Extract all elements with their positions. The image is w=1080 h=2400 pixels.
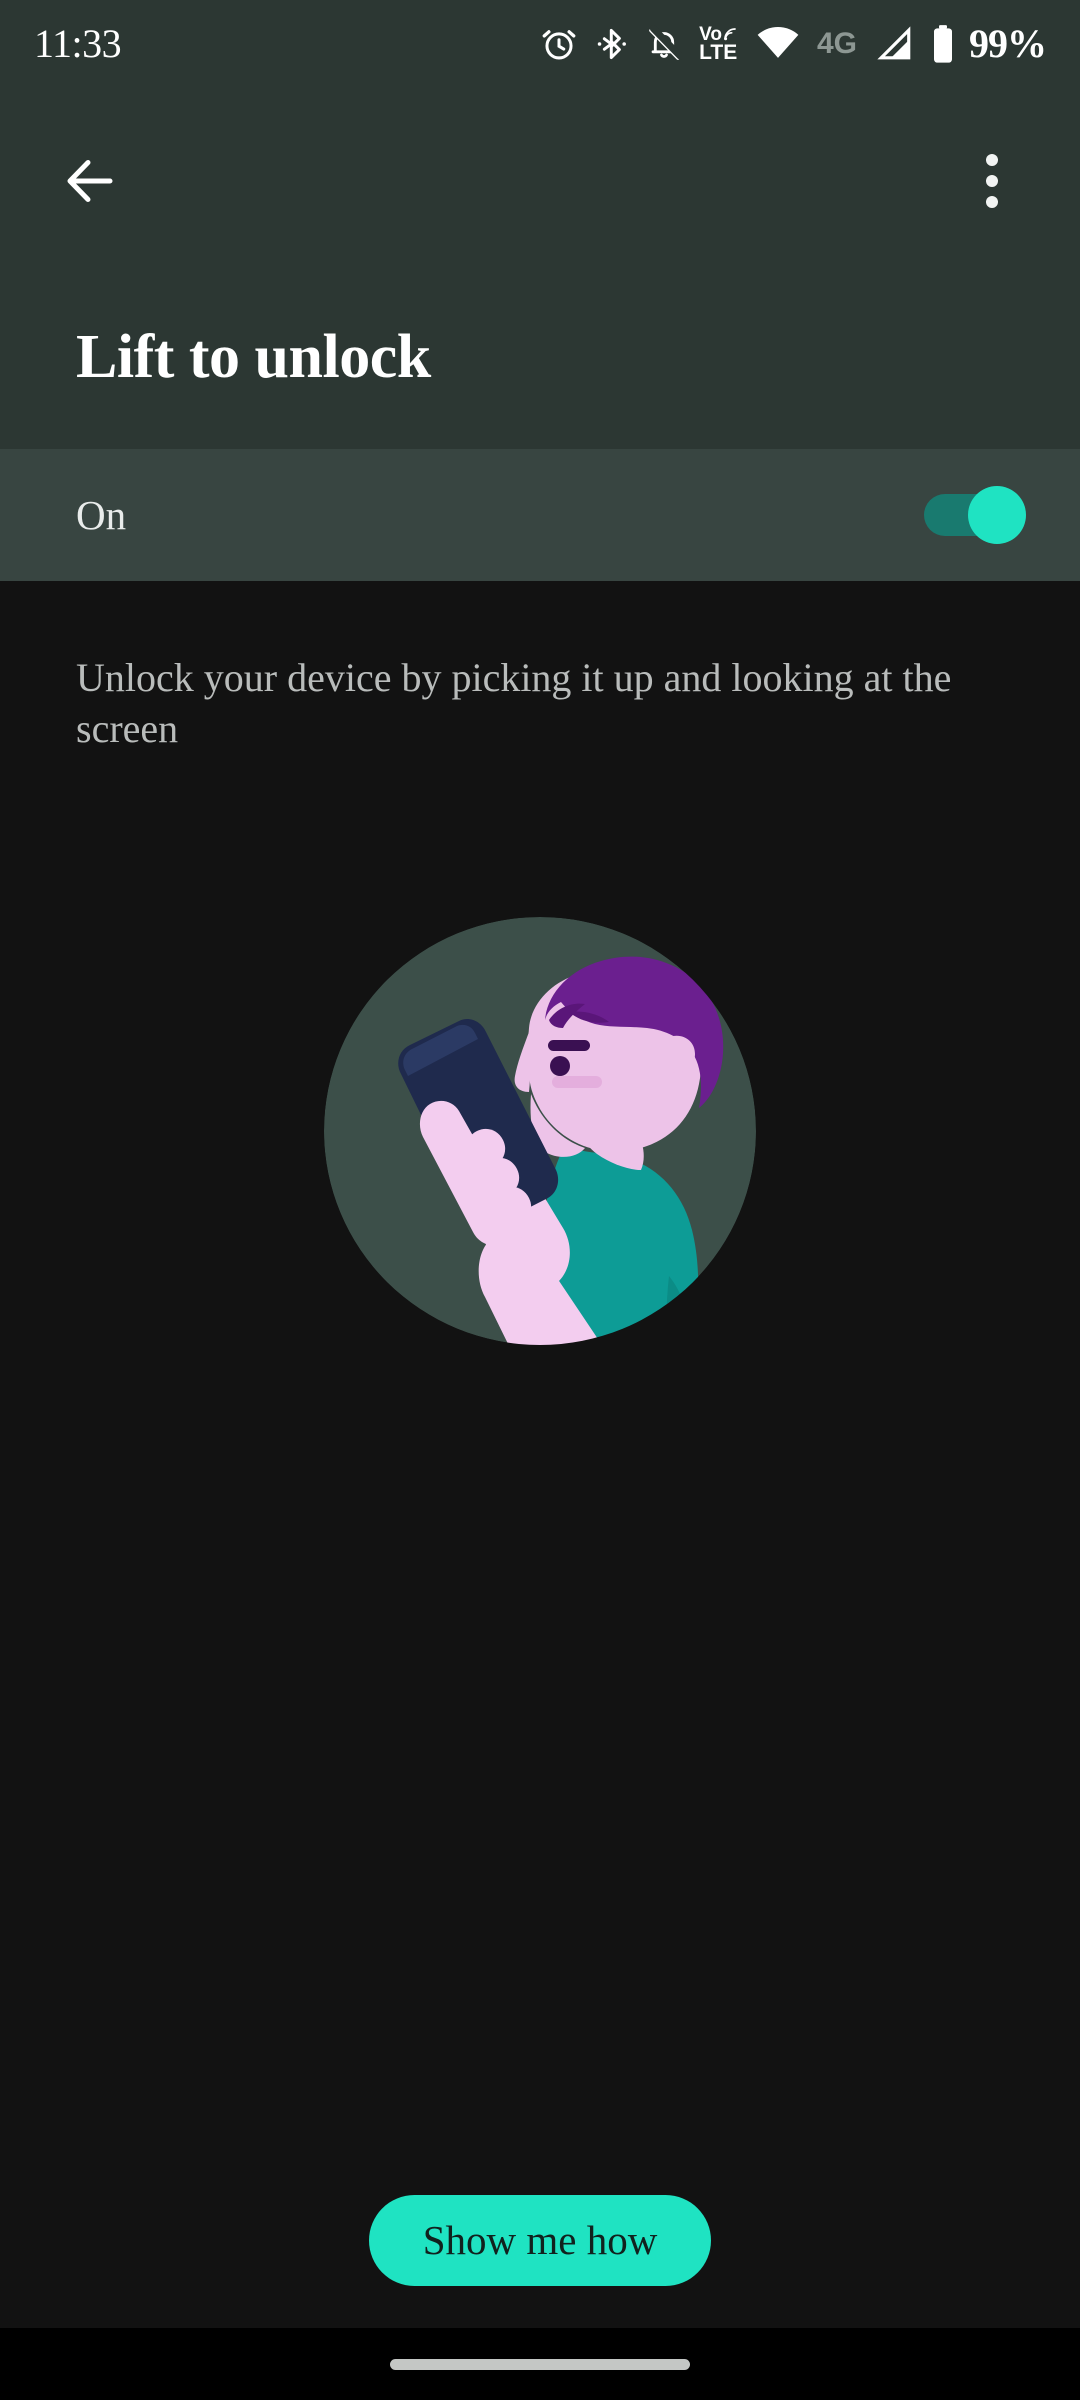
status-bar-clock: 11:33	[34, 21, 122, 66]
feature-description: Unlock your device by picking it up and …	[76, 655, 952, 752]
gesture-home-pill[interactable]	[390, 2358, 690, 2370]
lift-to-unlock-toggle-row[interactable]: On	[0, 449, 1080, 581]
bluetooth-icon	[597, 28, 627, 60]
toggle-state-label: On	[76, 491, 127, 538]
page-title: Lift to unlock	[76, 323, 431, 391]
lift-to-unlock-switch[interactable]	[924, 486, 1026, 544]
app-bar: Lift to unlock	[0, 88, 1080, 449]
wifi-icon	[757, 27, 799, 58]
footer-button-bar: Show me how	[0, 2180, 1080, 2300]
alarm-icon	[542, 30, 576, 60]
lift-to-unlock-illustration	[324, 917, 756, 1354]
system-navigation-bar	[0, 2328, 1080, 2400]
status-bar: 11:33 Vo LTE 4G 99%	[0, 0, 1080, 88]
switch-thumb	[968, 486, 1026, 544]
battery-icon	[934, 25, 952, 63]
cellular-signal-icon	[877, 26, 911, 60]
volte-icon: Vo LTE	[699, 24, 739, 65]
overflow-dot-icon	[986, 154, 998, 166]
overflow-menu-button[interactable]	[954, 143, 1030, 219]
overflow-dot-icon	[986, 175, 998, 187]
status-bar-icon-group: Vo LTE 4G 99%	[540, 21, 1047, 66]
notifications-off-icon	[649, 25, 683, 60]
show-me-how-button[interactable]: Show me how	[368, 2194, 712, 2286]
network-4g-label: 4G	[816, 27, 857, 60]
back-arrow-icon	[67, 160, 113, 202]
battery-percent-label: 99%	[969, 21, 1047, 66]
lift-to-unlock-screen: 11:33 Vo LTE 4G 99% Lift to unlock On Un…	[0, 0, 1080, 2400]
overflow-dot-icon	[986, 196, 998, 208]
back-button[interactable]	[54, 145, 126, 217]
volte-label-bottom: LTE	[699, 41, 738, 65]
